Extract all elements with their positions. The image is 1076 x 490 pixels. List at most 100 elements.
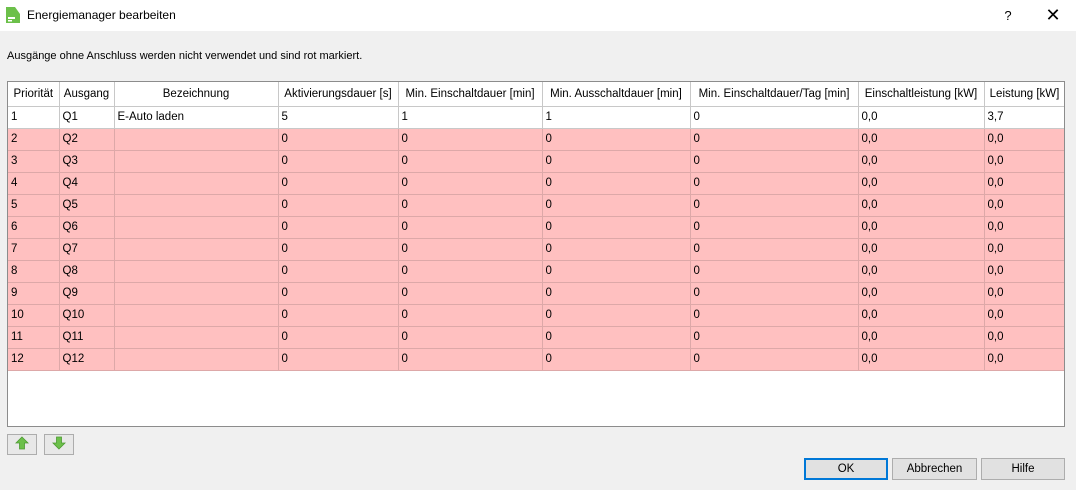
table-cell[interactable]: 0 — [278, 128, 399, 151]
table-cell[interactable]: 0 — [398, 348, 543, 371]
table-cell[interactable] — [114, 282, 279, 305]
column-header[interactable]: Einschaltleistung [kW] — [858, 82, 985, 107]
table-row[interactable]: 2 Q2 0 0 0 0 0,0 0,0 — [8, 128, 1064, 151]
table-row[interactable]: 12 Q12 0 0 0 0 0,0 0,0 — [8, 348, 1064, 371]
table-cell[interactable] — [114, 194, 279, 217]
table-cell[interactable]: 0 — [690, 282, 859, 305]
column-header[interactable]: Ausgang — [59, 82, 115, 107]
column-header[interactable]: Leistung [kW] — [984, 82, 1064, 107]
table-cell[interactable]: 0 — [278, 304, 399, 327]
table-cell[interactable]: 0,0 — [984, 282, 1064, 305]
table-cell[interactable] — [114, 348, 279, 371]
table-cell[interactable]: Q8 — [59, 260, 115, 283]
table-cell[interactable]: 8 — [8, 260, 60, 283]
table-cell[interactable]: 1 — [542, 106, 691, 129]
table-cell[interactable]: 0,0 — [858, 150, 985, 173]
table-cell[interactable]: 0,0 — [984, 304, 1064, 327]
table-cell[interactable]: 0 — [542, 172, 691, 195]
table-cell[interactable]: 0 — [398, 260, 543, 283]
table-row[interactable]: 5 Q5 0 0 0 0 0,0 0,0 — [8, 194, 1064, 217]
ok-button[interactable]: OK — [804, 458, 888, 480]
table-cell[interactable]: 0,0 — [858, 128, 985, 151]
table-cell[interactable]: 0 — [690, 194, 859, 217]
table-cell[interactable]: 0 — [542, 304, 691, 327]
table-cell[interactable]: 0 — [542, 282, 691, 305]
table-cell[interactable]: 0,0 — [984, 172, 1064, 195]
table-cell[interactable]: 0 — [278, 216, 399, 239]
table-cell[interactable]: 3 — [8, 150, 60, 173]
table-row[interactable]: 9 Q9 0 0 0 0 0,0 0,0 — [8, 282, 1064, 305]
table-cell[interactable]: Q11 — [59, 326, 115, 349]
table-cell[interactable]: 0 — [278, 172, 399, 195]
table-cell[interactable]: 0,0 — [858, 348, 985, 371]
table-cell[interactable] — [114, 172, 279, 195]
column-header[interactable]: Min. Ausschaltdauer [min] — [542, 82, 691, 107]
table-cell[interactable]: 0 — [278, 326, 399, 349]
table-cell[interactable]: 1 — [398, 106, 543, 129]
table-row[interactable]: 8 Q8 0 0 0 0 0,0 0,0 — [8, 260, 1064, 283]
table-cell[interactable]: 0 — [398, 238, 543, 261]
table-cell[interactable]: 0,0 — [984, 150, 1064, 173]
help-icon[interactable]: ? — [994, 4, 1022, 28]
table-cell[interactable]: Q12 — [59, 348, 115, 371]
table-cell[interactable]: 0 — [690, 216, 859, 239]
table-cell[interactable]: 0 — [278, 150, 399, 173]
table-cell[interactable]: 0 — [690, 172, 859, 195]
table-cell[interactable]: 0,0 — [984, 260, 1064, 283]
table-cell[interactable]: 0 — [542, 238, 691, 261]
table-cell[interactable]: 0,0 — [984, 194, 1064, 217]
table-cell[interactable]: Q3 — [59, 150, 115, 173]
table-cell[interactable] — [114, 216, 279, 239]
table-cell[interactable]: 0 — [690, 150, 859, 173]
table-cell[interactable]: 9 — [8, 282, 60, 305]
table-cell[interactable]: 12 — [8, 348, 60, 371]
table-cell[interactable]: 0,0 — [858, 216, 985, 239]
table-cell[interactable]: 0 — [690, 260, 859, 283]
table-cell[interactable]: 0,0 — [984, 238, 1064, 261]
table-cell[interactable] — [114, 128, 279, 151]
table-cell[interactable] — [114, 304, 279, 327]
table-cell[interactable]: Q9 — [59, 282, 115, 305]
table-row[interactable]: 6 Q6 0 0 0 0 0,0 0,0 — [8, 216, 1064, 239]
column-header[interactable]: Bezeichnung — [114, 82, 279, 107]
table-cell[interactable]: 0 — [542, 150, 691, 173]
table-cell[interactable]: 0 — [690, 304, 859, 327]
move-down-button[interactable] — [44, 434, 74, 455]
table-cell[interactable]: 0 — [542, 260, 691, 283]
table-cell[interactable]: 0 — [690, 348, 859, 371]
table-cell[interactable] — [114, 238, 279, 261]
table-cell[interactable] — [114, 150, 279, 173]
table-cell[interactable]: 0 — [278, 260, 399, 283]
close-icon[interactable]: ✕ — [1038, 4, 1068, 28]
table-cell[interactable]: 0 — [278, 194, 399, 217]
table-cell[interactable]: 7 — [8, 238, 60, 261]
table-cell[interactable]: 0,0 — [858, 172, 985, 195]
table-cell[interactable]: 2 — [8, 128, 60, 151]
table-row[interactable]: 11 Q11 0 0 0 0 0,0 0,0 — [8, 326, 1064, 349]
table-cell[interactable]: 0 — [278, 282, 399, 305]
table-row[interactable]: 10 Q10 0 0 0 0 0,0 0,0 — [8, 304, 1064, 327]
table-cell[interactable]: Q6 — [59, 216, 115, 239]
table-cell[interactable]: 0 — [398, 172, 543, 195]
table-cell[interactable]: 0 — [398, 282, 543, 305]
table-cell[interactable]: 0 — [398, 150, 543, 173]
column-header[interactable]: Min. Einschaltdauer/Tag [min] — [690, 82, 859, 107]
table-row[interactable]: 1 Q1 E-Auto laden 5 1 1 0 0,0 3,7 — [8, 106, 1064, 129]
table-cell[interactable]: 0,0 — [984, 348, 1064, 371]
table-cell[interactable]: 0 — [398, 194, 543, 217]
cancel-button[interactable]: Abbrechen — [892, 458, 977, 480]
table-cell[interactable]: 0 — [542, 194, 691, 217]
move-up-button[interactable] — [7, 434, 37, 455]
table-cell[interactable]: 0 — [542, 326, 691, 349]
table-cell[interactable]: 0 — [542, 128, 691, 151]
table-cell[interactable]: 0,0 — [858, 282, 985, 305]
table-cell[interactable]: 0,0 — [984, 326, 1064, 349]
table-cell[interactable]: 0 — [398, 326, 543, 349]
table-cell[interactable] — [114, 326, 279, 349]
table-cell[interactable]: 0 — [278, 348, 399, 371]
table-cell[interactable]: 0 — [542, 216, 691, 239]
table-cell[interactable]: 11 — [8, 326, 60, 349]
table-cell[interactable]: 0,0 — [858, 260, 985, 283]
table-cell[interactable]: 0,0 — [858, 238, 985, 261]
table-cell[interactable]: 0,0 — [858, 194, 985, 217]
